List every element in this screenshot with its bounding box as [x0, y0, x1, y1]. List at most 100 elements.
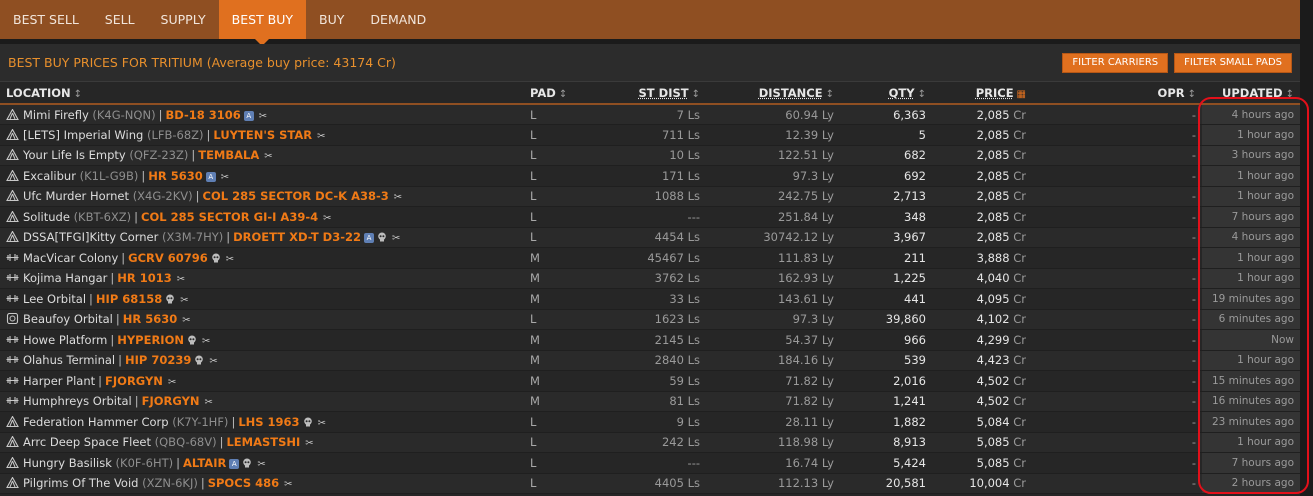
station-name[interactable]: Lee Orbital [23, 292, 86, 306]
tab-best-sell[interactable]: BEST SELL [0, 0, 92, 39]
qty-cell: 966 [840, 329, 932, 351]
station-name[interactable]: Pilgrims Of The Void [23, 476, 138, 490]
copy-scissors-icon[interactable]: ✂ [226, 254, 234, 265]
updated-cell: 7 hours ago [1202, 452, 1300, 474]
station-name[interactable]: Harper Plant [23, 374, 95, 388]
tab-buy[interactable]: BUY [306, 0, 357, 39]
st-dist-cell: 45467 Ls [602, 247, 706, 269]
pad-cell: M [524, 391, 602, 412]
column-header-st-dist[interactable]: ST DIST ↕ [602, 82, 706, 105]
station-name[interactable]: [LETS] Imperial Wing [23, 128, 143, 142]
copy-scissors-icon[interactable]: ✂ [257, 459, 265, 470]
copy-scissors-icon[interactable]: ✂ [168, 377, 176, 388]
column-header-qty[interactable]: QTY ↕ [840, 82, 932, 105]
table-row: Mimi Firefly (K4G-NQN) | BD-18 3106 A ✂ L 7 Ls… [0, 104, 1300, 125]
system-link[interactable]: BD-18 3106 [165, 108, 240, 122]
system-link[interactable]: COL 285 SECTOR GI-I A39-4 [141, 210, 318, 224]
pad-cell: M [524, 329, 602, 351]
column-header-opr[interactable]: OPR ↕ [1032, 82, 1202, 105]
system-link[interactable]: HYPERION [117, 333, 184, 347]
system-link[interactable]: LEMASTSHI [226, 435, 300, 449]
price-value: 4,502 [976, 373, 1010, 388]
copy-scissors-icon[interactable]: ✂ [284, 479, 292, 490]
copy-scissors-icon[interactable]: ✂ [205, 397, 213, 408]
station-name[interactable]: Arrc Deep Space Fleet [23, 435, 151, 449]
copy-scissors-icon[interactable]: ✂ [202, 336, 210, 347]
copy-scissors-icon[interactable]: ✂ [182, 315, 190, 326]
tab-supply[interactable]: SUPPLY [148, 0, 219, 39]
updated-cell: 1 hour ago [1202, 268, 1300, 289]
qty-cell: 20,581 [840, 473, 932, 494]
tab-demand[interactable]: DEMAND [357, 0, 439, 39]
tab-sell[interactable]: SELL [92, 0, 148, 39]
location-cell: Mimi Firefly (K4G-NQN) | BD-18 3106 A ✂ [0, 104, 524, 125]
station-name[interactable]: Mimi Firefly [23, 108, 89, 122]
station-name[interactable]: Kojima Hangar [23, 271, 107, 285]
copy-scissors-icon[interactable]: ✂ [323, 213, 331, 224]
copy-scissors-icon[interactable]: ✂ [209, 356, 217, 367]
table-row: Ufc Murder Hornet (X4G-2KV) | COL 285 SECT… [0, 186, 1300, 207]
column-header-location[interactable]: LOCATION ↕ [0, 82, 524, 105]
updated-cell: 1 hour ago [1202, 165, 1300, 187]
copy-scissors-icon[interactable]: ✂ [394, 192, 402, 203]
copy-scissors-icon[interactable]: ✂ [259, 111, 267, 122]
table-row: Olahus Terminal | HIP 70239 ✂ M 2840 Ls 184.16… [0, 350, 1300, 371]
station-name[interactable]: MacVicar Colony [23, 251, 118, 265]
system-link[interactable]: FJORGYN [142, 394, 200, 408]
location-cell: Howe Platform | HYPERION ✂ [0, 329, 524, 351]
system-link[interactable]: LHS 1963 [238, 415, 299, 429]
station-name[interactable]: Federation Hammer Corp [23, 415, 169, 429]
system-link[interactable]: TEMBALA [198, 148, 259, 162]
updated-cell: 3 hours ago [1202, 145, 1300, 166]
copy-scissors-icon[interactable]: ✂ [177, 274, 185, 285]
station-name[interactable]: Ufc Murder Hornet [23, 189, 129, 203]
station-name[interactable]: Humphreys Orbital [23, 394, 132, 408]
column-header-price[interactable]: PRICE ▦ [932, 82, 1032, 105]
system-link[interactable]: SPOCS 486 [208, 476, 279, 490]
copy-scissors-icon[interactable]: ✂ [318, 418, 326, 429]
system-link[interactable]: HIP 68158 [96, 292, 162, 306]
system-link[interactable]: HR 5630 [148, 169, 203, 183]
station-name[interactable]: Your Life Is Empty [23, 148, 126, 162]
system-link[interactable]: HR 1013 [117, 271, 172, 285]
scrollbar[interactable] [1300, 44, 1313, 496]
system-link[interactable]: ALTAIR [183, 456, 226, 470]
system-link[interactable]: GCRV 60796 [128, 251, 208, 265]
station-name[interactable]: Solitude [23, 210, 70, 224]
tab-best-buy[interactable]: BEST BUY [218, 0, 307, 46]
system-link[interactable]: COL 285 SECTOR DC-K A38-3 [203, 189, 389, 203]
skull-icon [211, 253, 220, 263]
system-link[interactable]: FJORGYN [105, 374, 163, 388]
system-link[interactable]: HR 5630 [123, 312, 178, 326]
system-link[interactable]: LUYTEN'S STAR [213, 128, 312, 142]
column-header-updated[interactable]: UPDATED ↕ [1202, 82, 1300, 105]
copy-scissors-icon[interactable]: ✂ [317, 131, 325, 142]
table-row: Solitude (KBT-6XZ) | COL 285 SECTOR GI-I A… [0, 206, 1300, 228]
copy-scissors-icon[interactable]: ✂ [264, 151, 272, 162]
system-link[interactable]: DROETT XD-T D3-22 [233, 230, 361, 244]
table-row: [LETS] Imperial Wing (LFB-68Z) | LUYTEN'S … [0, 124, 1300, 146]
anarchy-badge-icon: A [243, 110, 254, 121]
filter-carriers-button[interactable]: FILTER CARRIERS [1062, 52, 1169, 73]
price-cell: 10,004 Cr [932, 473, 1032, 494]
station-name[interactable]: Olahus Terminal [23, 353, 115, 367]
carrier-icon [6, 476, 23, 490]
opr-cell: - [1032, 145, 1202, 166]
filter-small-pads-button[interactable]: FILTER SMALL PADS [1174, 52, 1292, 73]
copy-scissors-icon[interactable]: ✂ [221, 172, 229, 183]
currency-unit: Cr [1013, 189, 1026, 204]
system-link[interactable]: HIP 70239 [125, 353, 191, 367]
copy-scissors-icon[interactable]: ✂ [180, 295, 188, 306]
station-name[interactable]: Beaufoy Orbital [23, 312, 113, 326]
station-name[interactable]: Howe Platform [23, 333, 107, 347]
currency-unit: Cr [1013, 373, 1026, 388]
copy-scissors-icon[interactable]: ✂ [392, 233, 400, 244]
station-name[interactable]: Hungry Basilisk [23, 456, 112, 470]
station-name[interactable]: Excalibur [23, 169, 76, 183]
column-header-distance[interactable]: DISTANCE ↕ [706, 82, 840, 105]
outpost-icon [6, 394, 23, 408]
column-header-pad[interactable]: PAD ↕ [524, 82, 602, 105]
pad-cell: M [524, 288, 602, 310]
copy-scissors-icon[interactable]: ✂ [305, 438, 313, 449]
station-name[interactable]: DSSA[TFGI]Kitty Corner [23, 230, 158, 244]
